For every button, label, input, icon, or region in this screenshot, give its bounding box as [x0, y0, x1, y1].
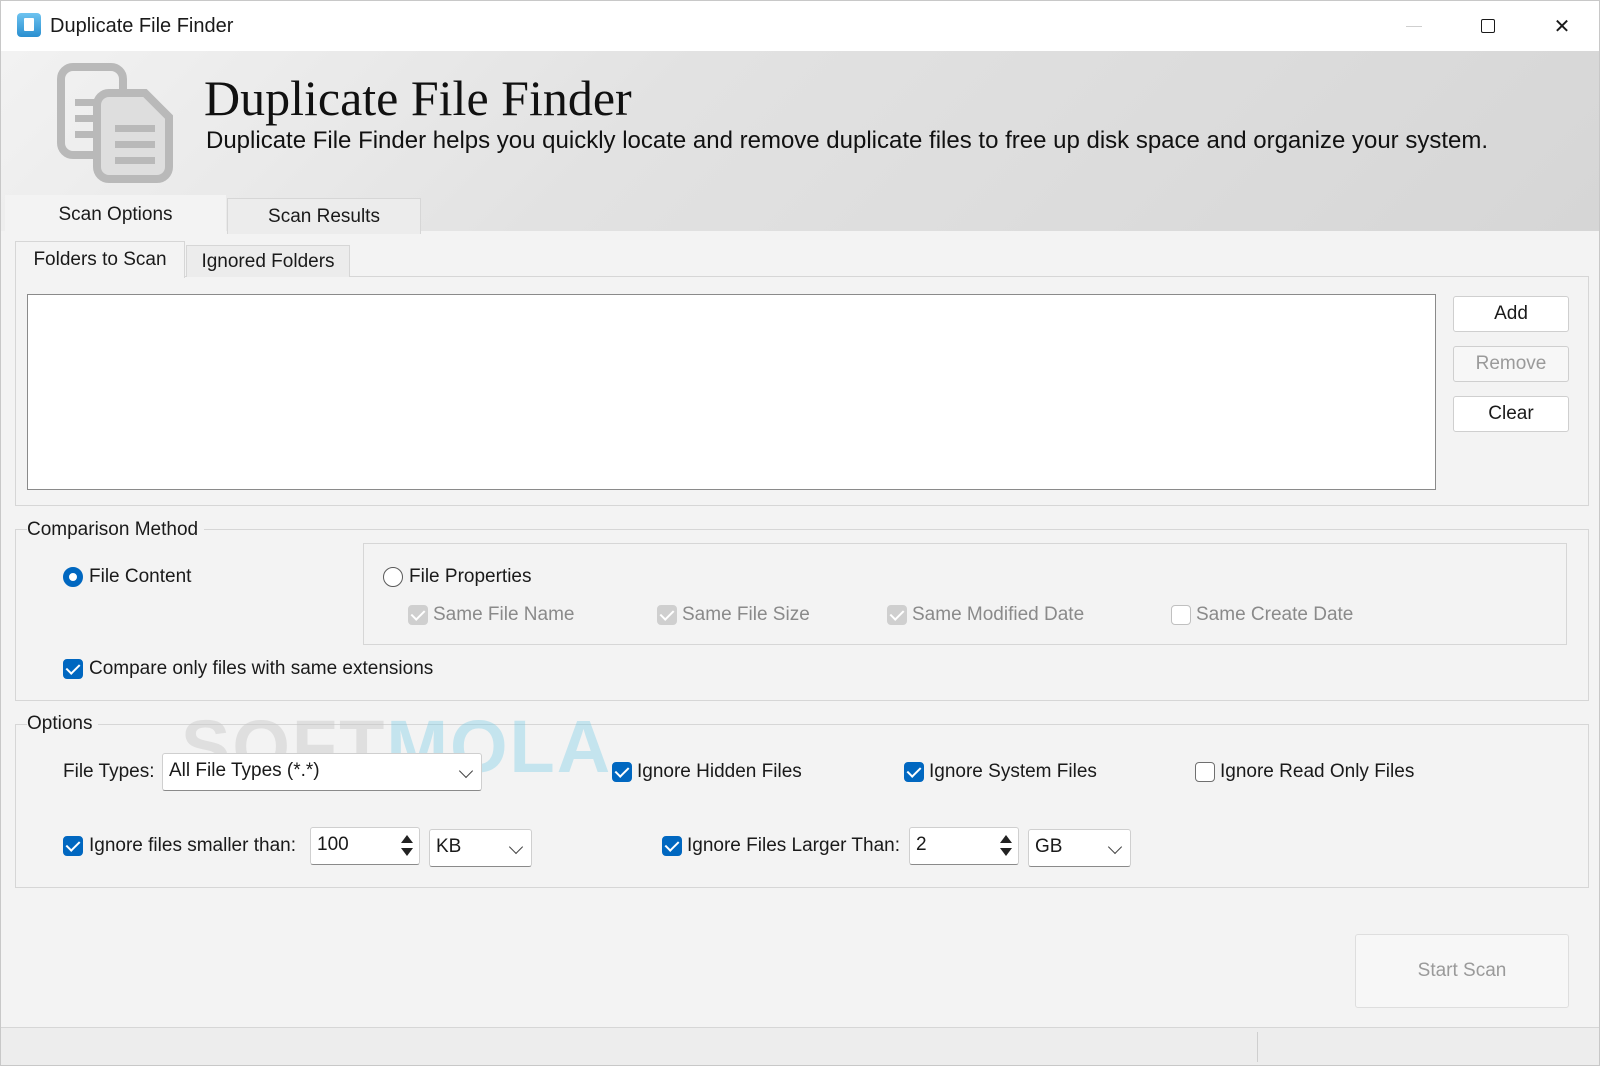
file-properties-label[interactable]: File Properties: [409, 566, 532, 588]
clear-folders-button[interactable]: Clear: [1453, 396, 1569, 432]
ignore-larger-checkbox[interactable]: [662, 836, 682, 856]
smaller-than-value: 100: [317, 834, 349, 855]
options-label: Options: [27, 713, 99, 735]
chevron-down-icon: [508, 839, 524, 855]
ignore-hidden-label[interactable]: Ignore Hidden Files: [637, 761, 802, 783]
larger-than-value: 2: [916, 834, 927, 855]
window-title: Duplicate File Finder: [50, 15, 234, 37]
maximize-button[interactable]: [1453, 1, 1523, 51]
file-types-label: File Types:: [63, 761, 155, 782]
same-file-size-label: Same File Size: [682, 604, 810, 625]
tab-ignored-folders[interactable]: Ignored Folders: [186, 245, 350, 277]
folders-list[interactable]: [27, 294, 1436, 490]
close-button[interactable]: ✕: [1527, 1, 1597, 51]
status-bar: [1, 1027, 1599, 1065]
same-modified-date-label: Same Modified Date: [912, 604, 1085, 625]
spinner-arrows-icon[interactable]: [399, 833, 413, 859]
spinner-arrows-icon[interactable]: [998, 833, 1012, 859]
file-types-value: All File Types (*.*): [169, 760, 320, 781]
minimize-button[interactable]: [1379, 1, 1449, 51]
same-file-name-checkbox[interactable]: [408, 605, 428, 625]
same-file-name-label: Same File Name: [433, 604, 575, 625]
duplicate-files-icon: [57, 63, 173, 183]
same-modified-date-checkbox[interactable]: [887, 605, 907, 625]
file-content-radio[interactable]: [63, 567, 83, 587]
chevron-down-icon: [1107, 839, 1123, 855]
larger-unit-value: GB: [1035, 836, 1063, 857]
ignore-readonly-checkbox[interactable]: [1195, 762, 1215, 782]
banner-title: Duplicate File Finder: [204, 70, 632, 126]
ignore-hidden-checkbox[interactable]: [612, 762, 632, 782]
same-extensions-checkbox[interactable]: [63, 659, 83, 679]
tab-scan-results[interactable]: Scan Results: [227, 198, 421, 234]
ignore-system-checkbox[interactable]: [904, 762, 924, 782]
app-icon: [17, 13, 41, 37]
file-types-select[interactable]: All File Types (*.*): [162, 753, 482, 791]
add-folder-button[interactable]: Add: [1453, 296, 1569, 332]
close-icon: ✕: [1553, 15, 1571, 38]
ignore-smaller-label[interactable]: Ignore files smaller than:: [89, 835, 296, 857]
banner-subtitle: Duplicate File Finder helps you quickly …: [206, 127, 1488, 154]
same-create-date-checkbox[interactable]: [1171, 605, 1191, 625]
remove-folder-button[interactable]: Remove: [1453, 346, 1569, 382]
smaller-than-input[interactable]: 100: [310, 827, 420, 865]
same-extensions-label[interactable]: Compare only files with same extensions: [89, 658, 433, 680]
start-scan-button[interactable]: Start Scan: [1355, 934, 1569, 1008]
ignore-smaller-checkbox[interactable]: [63, 836, 83, 856]
larger-unit-select[interactable]: GB: [1028, 829, 1131, 867]
tab-folders-to-scan[interactable]: Folders to Scan: [15, 241, 185, 278]
app-window: Duplicate File Finder ✕ Duplicate File F…: [0, 0, 1600, 1066]
tab-scan-options[interactable]: Scan Options: [5, 195, 226, 235]
smaller-unit-value: KB: [436, 836, 462, 857]
same-create-date-label: Same Create Date: [1196, 604, 1354, 625]
maximize-icon: [1481, 19, 1495, 33]
larger-than-input[interactable]: 2: [909, 827, 1019, 865]
ignore-readonly-label[interactable]: Ignore Read Only Files: [1220, 761, 1414, 783]
same-file-size-checkbox[interactable]: [657, 605, 677, 625]
comparison-method-label: Comparison Method: [27, 519, 205, 541]
file-properties-box: [363, 543, 1567, 645]
status-divider: [1257, 1032, 1258, 1062]
ignore-larger-label[interactable]: Ignore Files Larger Than:: [687, 835, 900, 857]
file-content-label[interactable]: File Content: [89, 566, 191, 588]
minimize-icon: [1406, 25, 1422, 27]
title-bar: Duplicate File Finder ✕: [1, 1, 1599, 51]
file-properties-radio[interactable]: [383, 567, 403, 587]
ignore-system-label[interactable]: Ignore System Files: [929, 761, 1097, 783]
smaller-unit-select[interactable]: KB: [429, 829, 532, 867]
chevron-down-icon: [458, 763, 474, 779]
